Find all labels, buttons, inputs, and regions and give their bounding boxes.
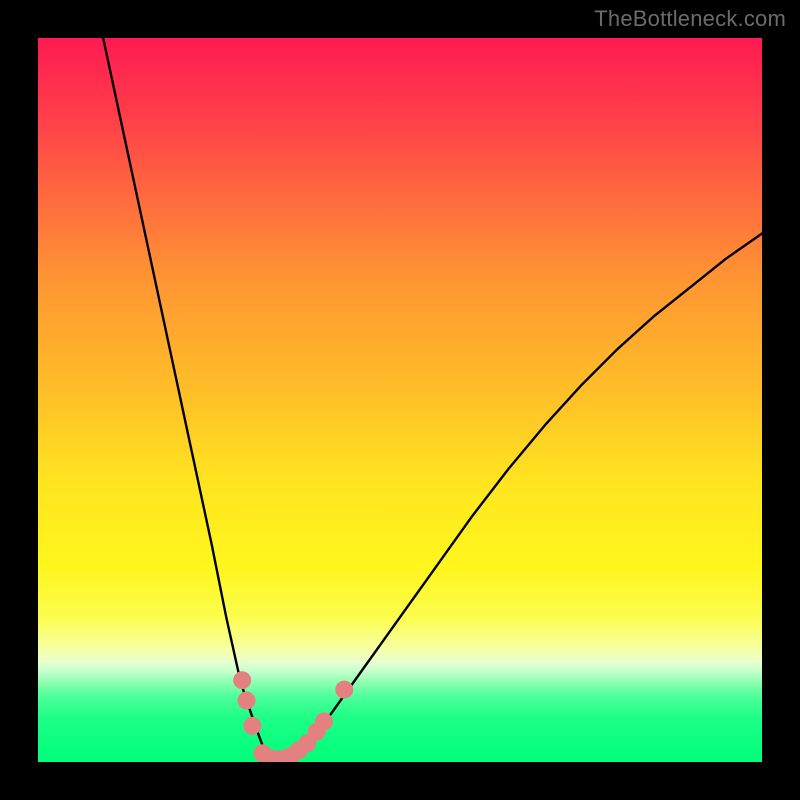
marker-dot <box>238 691 256 709</box>
marker-dot <box>315 712 333 730</box>
marker-dot <box>243 717 261 735</box>
chart-frame: TheBottleneck.com <box>0 0 800 800</box>
curve-layer <box>103 38 762 762</box>
bottleneck-curve <box>103 38 762 762</box>
plot-area <box>38 38 762 762</box>
chart-svg <box>38 38 762 762</box>
marker-dot <box>233 671 251 689</box>
marker-dot <box>335 681 353 699</box>
watermark-text: TheBottleneck.com <box>594 6 786 32</box>
